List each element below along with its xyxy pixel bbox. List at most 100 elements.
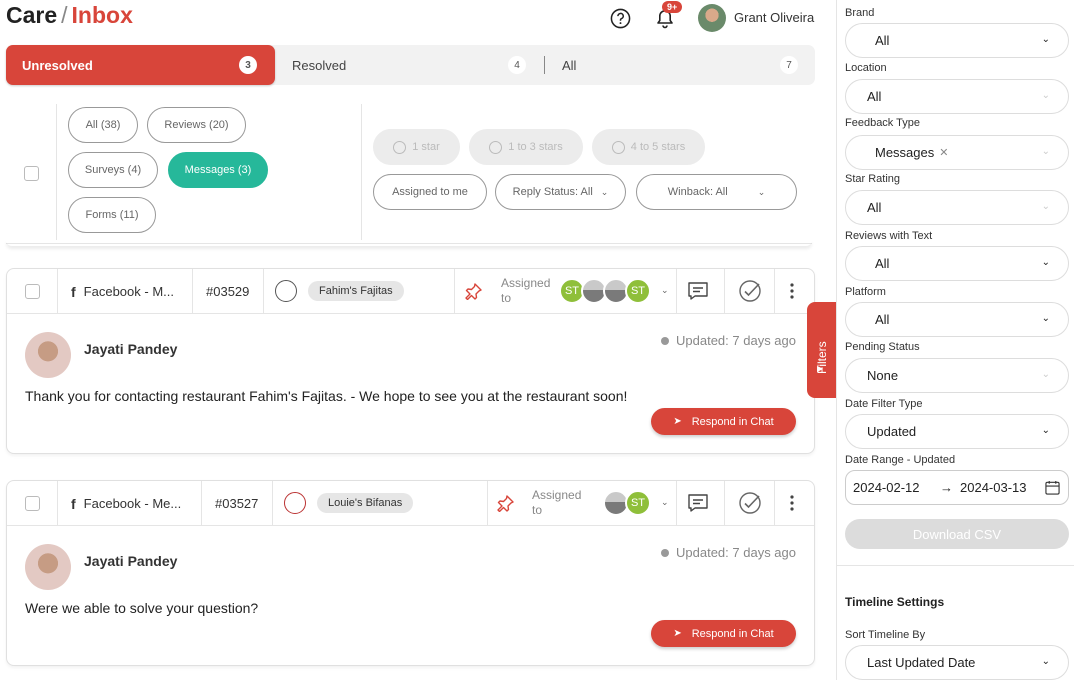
pending-status-label: Pending Status [845,341,920,353]
star-rating-label: Star Rating [845,173,901,185]
select-all-checkbox[interactable] [24,166,39,181]
pill-label: 1 to 3 stars [508,141,563,153]
inbox-page: Care / Inbox 9+ Grant Oliveira Unresolved … [0,0,1074,680]
conversation-card[interactable]: f Facebook - Me... #03527 Louie's Bifanas… [6,480,815,666]
date-start[interactable]: 2024-02-12 [853,480,920,495]
chevron-down-icon: ⌄ [600,186,609,197]
tab-unresolved[interactable]: Unresolved 3 [6,45,275,85]
tab-resolved[interactable]: Resolved 4 [292,45,532,85]
smiley-icon [393,140,407,154]
star-filter-1-3[interactable]: 1 to 3 stars [469,129,583,165]
clock-icon [661,548,670,557]
reviews-with-text-select[interactable]: All ⌄ [845,246,1069,281]
breadcrumb: Care / Inbox [6,2,133,29]
tab-count: 4 [508,56,526,74]
divider [192,269,193,314]
chat-icon[interactable] [686,279,710,303]
message-text: Were we able to solve your question? [25,600,259,616]
conversation-card[interactable]: f Facebook - M... #03529 Fahim's Fajitas … [6,268,815,454]
user-avatar[interactable] [698,4,726,32]
select-value: None [867,368,899,383]
send-icon: ➤ [673,416,682,427]
divider [454,269,455,314]
user-name[interactable]: Grant Oliveira [734,10,814,25]
divider [724,481,725,526]
star-filter-4-5[interactable]: 4 to 5 stars [592,129,705,165]
location-select[interactable]: All ⌄ [845,79,1069,114]
location-label: Location [845,62,887,74]
location-logo [284,492,306,514]
breadcrumb-root[interactable]: Care [6,2,57,28]
chevron-down-icon[interactable]: ⌄ [661,285,669,296]
row-checkbox[interactable] [25,284,40,299]
date-end[interactable]: 2024-03-13 [960,480,1027,495]
filters-tab-label: Filters [815,341,829,374]
brand-label: Brand [845,7,875,19]
type-filter-surveys[interactable]: Surveys (4) [68,152,158,188]
pill-label: Forms (11) [85,209,139,221]
chat-icon[interactable] [686,491,710,515]
clock-icon [661,336,670,345]
divider [201,481,202,526]
star-rating-select[interactable]: All ⌄ [845,190,1069,225]
assigned-to-label: Assigned to [501,276,551,305]
timeline-settings-title: Timeline Settings [845,595,945,609]
sort-timeline-select[interactable]: Last Updated Date ⌄ [845,645,1069,680]
check-circle-icon[interactable] [738,279,762,303]
check-circle-icon[interactable] [738,491,762,515]
feedback-type-select[interactable]: Messages ✕ ⌄ [845,135,1069,170]
divider [263,269,264,314]
respond-in-chat-button[interactable]: ➤ Respond in Chat [651,408,796,435]
assignee-avatar[interactable]: ST [625,490,651,516]
date-range-picker[interactable]: 2024-02-12 → 2024-03-13 [845,470,1069,505]
more-vertical-icon[interactable] [790,283,794,299]
help-icon[interactable] [610,8,631,29]
chevron-down-icon: ⌄ [1041,90,1050,101]
divider [676,481,677,526]
divider [57,269,58,314]
assignee-avatar[interactable]: ST [625,278,651,304]
row-checkbox[interactable] [25,496,40,511]
pending-status-select[interactable]: None ⌄ [845,358,1069,393]
calendar-icon[interactable] [1045,480,1060,495]
select-value: All [867,89,882,104]
platform-select[interactable]: All ⌄ [845,302,1069,337]
select-value: Last Updated Date [867,655,976,670]
source-cell: f Facebook - Me... [71,481,181,526]
chevron-down-icon: ⌄ [1041,34,1050,45]
reply-status-dropdown[interactable]: Reply Status: All ⌄ [495,174,626,210]
download-csv-button[interactable]: Download CSV [845,519,1069,549]
pill-label: 4 to 5 stars [630,141,686,153]
chevron-down-icon[interactable]: ⌄ [661,497,669,508]
chip-label: Messages [875,145,935,160]
more-vertical-icon[interactable] [790,495,794,511]
type-filter-all[interactable]: All (38) [68,107,138,143]
chevron-down-icon: ⌄ [1041,369,1050,380]
pill-label: All (38) [85,119,121,131]
assigned-to-label: Assigned to [532,488,582,517]
chevron-down-icon: ⌄ [1041,656,1050,667]
winback-dropdown[interactable]: Winback: All ⌄ [636,174,797,210]
type-filter-reviews[interactable]: Reviews (20) [147,107,246,143]
type-filter-messages[interactable]: Messages (3) [168,152,268,188]
pin-icon[interactable] [465,282,483,300]
tab-all[interactable]: All 7 [562,45,802,85]
close-icon[interactable]: ✕ [939,146,948,159]
resolution-tabs: Unresolved 3 Resolved 4 All 7 [6,45,815,85]
filters-toggle-tab[interactable]: ▶ Filters [807,302,837,398]
select-value: Updated [867,424,917,439]
date-filter-type-label: Date Filter Type [845,398,923,410]
respond-in-chat-button[interactable]: ➤ Respond in Chat [651,620,796,647]
chevron-down-icon: ⌄ [1041,313,1050,324]
assigned-to-me-filter[interactable]: Assigned to me [373,174,487,210]
reviews-with-text-label: Reviews with Text [845,230,933,242]
quick-filters: All (38) Reviews (20) Surveys (4) Messag… [6,104,812,244]
select-value: All [867,200,882,215]
sort-timeline-label: Sort Timeline By [845,629,926,641]
star-filter-1[interactable]: 1 star [373,129,460,165]
pin-icon[interactable] [497,494,515,512]
divider [774,269,775,314]
type-filter-forms[interactable]: Forms (11) [68,197,156,233]
brand-select[interactable]: All ⌄ [845,23,1069,58]
date-filter-type-select[interactable]: Updated ⌄ [845,414,1069,449]
